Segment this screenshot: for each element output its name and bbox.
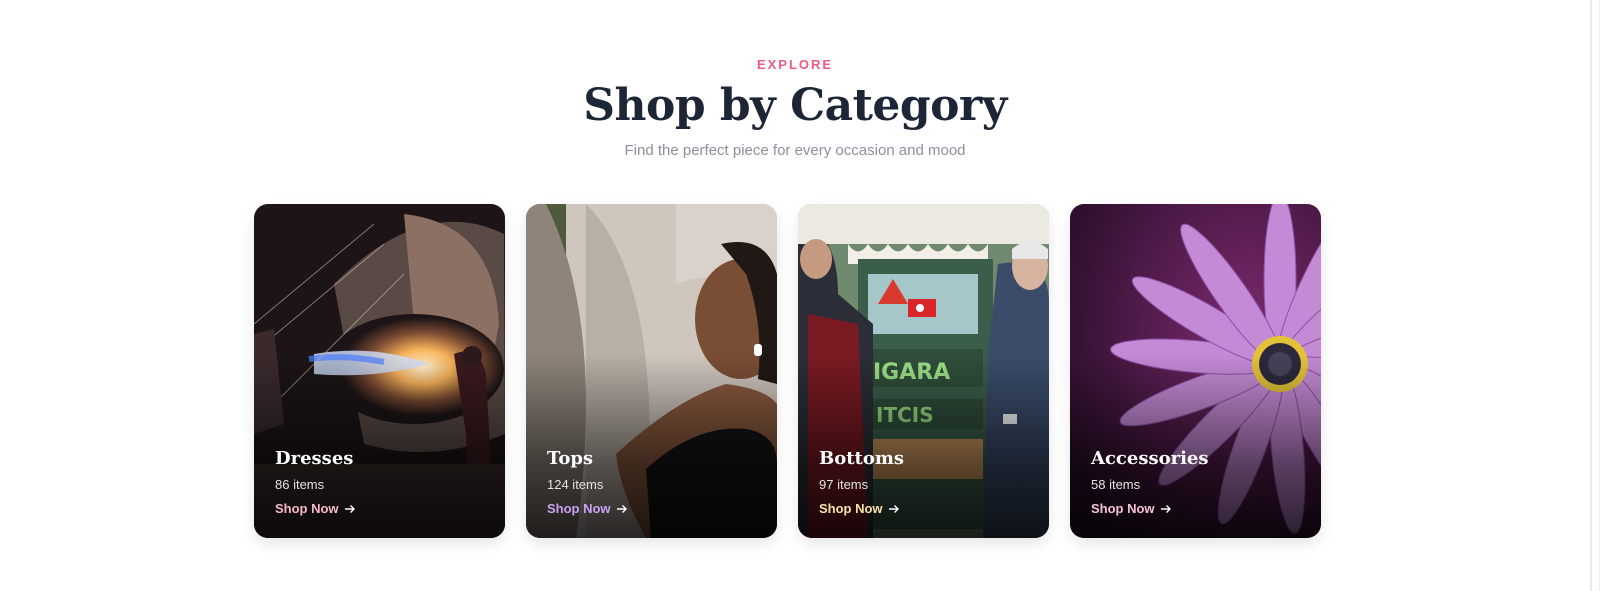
section-eyebrow: EXPLORE bbox=[756, 57, 834, 72]
category-grid: Dresses 86 items Shop Now Tops 124 items… bbox=[254, 204, 1322, 538]
category-count: 86 items bbox=[275, 477, 325, 492]
shop-now-link[interactable]: Shop Now bbox=[275, 501, 356, 516]
category-name: Tops bbox=[547, 448, 594, 469]
page-scrollbar[interactable] bbox=[1590, 0, 1600, 591]
arrow-right-icon bbox=[344, 504, 355, 513]
category-card-accessories[interactable]: Accessories 58 items Shop Now bbox=[1070, 204, 1321, 538]
shop-now-link[interactable]: Shop Now bbox=[1091, 501, 1172, 516]
shop-now-label: Shop Now bbox=[819, 501, 883, 516]
section-subtitle: Find the perfect piece for every occasio… bbox=[624, 142, 966, 159]
shop-now-label: Shop Now bbox=[1091, 501, 1155, 516]
section-title: Shop by Category bbox=[583, 80, 1007, 131]
category-card-tops[interactable]: Tops 124 items Shop Now bbox=[526, 204, 777, 538]
category-count: 124 items bbox=[547, 477, 604, 492]
category-name: Bottoms bbox=[819, 448, 905, 469]
arrow-right-icon bbox=[1160, 504, 1171, 513]
arrow-right-icon bbox=[888, 504, 899, 513]
category-name: Dresses bbox=[275, 448, 354, 469]
category-card-bottoms[interactable]: IGARA ITCIS Bottoms 97 items Shop Now bbox=[798, 204, 1049, 538]
scrollbar-thumb[interactable] bbox=[1591, 0, 1599, 591]
category-name: Accessories bbox=[1091, 448, 1209, 469]
shop-by-category-section: EXPLORE Shop by Category Find the perfec… bbox=[0, 0, 1590, 591]
category-count: 58 items bbox=[1091, 477, 1141, 492]
shop-now-label: Shop Now bbox=[275, 501, 339, 516]
category-card-dresses[interactable]: Dresses 86 items Shop Now bbox=[254, 204, 505, 538]
arrow-right-icon bbox=[616, 504, 627, 513]
shop-now-link[interactable]: Shop Now bbox=[547, 501, 628, 516]
shop-now-link[interactable]: Shop Now bbox=[819, 501, 900, 516]
shop-now-label: Shop Now bbox=[547, 501, 611, 516]
page: EXPLORE Shop by Category Find the perfec… bbox=[0, 0, 1600, 591]
category-count: 97 items bbox=[819, 477, 869, 492]
